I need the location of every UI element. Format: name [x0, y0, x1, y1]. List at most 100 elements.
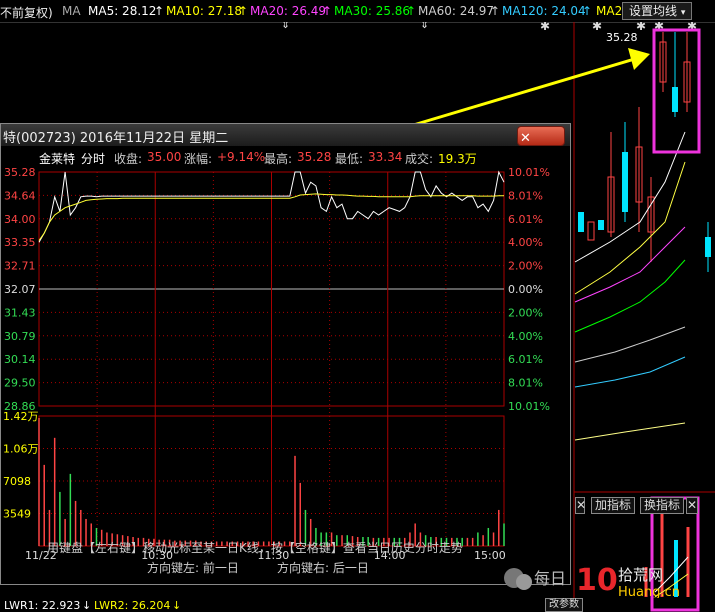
price-axis: 35.28 34.64 34.00 33.35 32.71 32.07 31.43 30.79…	[4, 166, 36, 413]
ma60-line	[574, 326, 686, 363]
price-tick-label: 34.64	[4, 189, 36, 202]
candle	[705, 237, 711, 257]
ma10-line	[574, 161, 686, 295]
lwr2-arrow-icon: ↓	[172, 600, 182, 612]
chevron-down-icon: ▾	[680, 8, 686, 18]
star-marker-icon: ✱	[636, 22, 646, 33]
low-value: 33.34	[368, 150, 403, 164]
volume-label: 成交:	[405, 152, 434, 166]
stock-name: 金莱特	[39, 152, 76, 166]
star-marker-icon: ✱	[540, 22, 550, 33]
candle	[598, 220, 604, 230]
popup-titlebar[interactable]: 特(002723) 2016年11月22日 星期二 ✕	[1, 124, 570, 146]
percent-tick-label: 4.00%	[508, 236, 543, 249]
percent-tick-label: 4.00%	[508, 330, 543, 343]
ma30-arrow-icon: ↑	[406, 4, 417, 18]
percent-tick-label: 2.00%	[508, 260, 543, 273]
ma10-arrow-icon: ↑	[238, 4, 249, 18]
close-button[interactable]: ✕	[517, 126, 565, 146]
price-tick-label: 29.50	[4, 377, 36, 390]
percent-tick-label: 6.01%	[508, 213, 543, 226]
candle	[578, 212, 584, 232]
price-tick-label: 33.35	[4, 236, 36, 249]
ma60-label: MA60: 24.97	[418, 4, 495, 18]
ma-legend-bar: 不前复权) MA MA5: 28.12 ↑ MA10: 27.18 ↑ MA20…	[0, 0, 715, 23]
change-label: 涨幅:	[184, 152, 213, 166]
ma30-label: MA30: 25.86	[334, 4, 411, 18]
percent-tick-label: 8.01%	[508, 189, 543, 202]
bottom-indicator-bar: LWR1: 22.923 ↓ LWR2: 26.204 ↓	[0, 600, 715, 612]
hint-prev-day: 方向键左: 前一日	[147, 561, 239, 575]
chart-grid	[38, 171, 505, 547]
volume-value: 19.3万	[438, 152, 477, 166]
close-icon: ✕	[520, 131, 531, 146]
ma-settings-button[interactable]: 设置均线 ▾	[622, 2, 693, 20]
percent-tick-label: 2.00%	[508, 306, 543, 319]
percent-axis: 10.01% 8.01% 6.01% 4.00% 2.00% 0.00% 2.00% 4.00…	[508, 166, 550, 413]
ma250-line	[574, 422, 686, 441]
close-label: 收盘:	[114, 152, 143, 166]
percent-tick-label: 10.01%	[508, 400, 550, 413]
price-tick-label: 34.00	[4, 213, 36, 226]
marker-icon: ⇕	[420, 22, 429, 31]
candle	[587, 221, 595, 241]
ma20-line	[574, 226, 686, 303]
change-value: +9.14%	[217, 150, 266, 164]
lwr2-label: LWR2: 26.204	[94, 600, 171, 612]
price-tick-label: 31.43	[4, 306, 36, 319]
watermark-site-url: Huang.cn	[618, 585, 680, 598]
volume-tick-label: 3549	[3, 508, 31, 521]
quote-info-row: 金莱特 分时 收盘: 35.00 涨幅: +9.14% 最高: 35.28 最低…	[1, 148, 570, 166]
ma-settings-label: 设置均线	[629, 4, 678, 18]
ma20-label: MA20: 26.49	[250, 4, 327, 18]
watermark-text: 每日	[534, 569, 566, 588]
high-value: 35.28	[297, 150, 332, 164]
price-tick-label: 30.14	[4, 353, 36, 366]
ma60-arrow-icon: ↑	[490, 4, 501, 18]
popup-title: 特(002723) 2016年11月22日 星期二	[3, 131, 229, 146]
change-indicator-button[interactable]: 换指标	[640, 497, 685, 514]
ma120-line	[574, 356, 686, 388]
keyboard-hint: 用键盘【左右键】移动光标至某一日K线，按【空格键】查看当日历史分时走势	[47, 541, 463, 555]
candle	[672, 87, 678, 112]
lwr1-label: LWR1: 22.923	[4, 600, 81, 612]
arrow-head-icon	[628, 48, 650, 70]
ma120-arrow-icon: ↑	[582, 4, 593, 18]
lwr1-arrow-icon: ↓	[82, 600, 92, 612]
volume-tick-label: 1.06万	[3, 443, 39, 456]
price-tick-label: 32.71	[4, 260, 36, 273]
pane-close-button[interactable]: ✕	[575, 497, 586, 514]
watermark-site-cn: 拾荒网	[618, 566, 663, 584]
volume-tick-label: 1.42万	[3, 410, 39, 423]
ma-selector[interactable]: MA	[62, 4, 81, 18]
intraday-popup: 特(002723) 2016年11月22日 星期二 ✕ 金莱特 分时 收盘: 3…	[0, 123, 571, 585]
high-label: 最高:	[264, 152, 293, 166]
star-marker-icon: ✱	[592, 22, 602, 33]
candle	[622, 152, 628, 212]
ma30-line	[574, 259, 686, 333]
intraday-chart[interactable]: 35.28 34.64 34.00 33.35 32.71 32.07 31.43 30.79…	[1, 166, 568, 584]
watermark-logo: 每日 10 拾荒网 Huang.cn	[500, 558, 710, 600]
percent-tick-label: 0.00%	[508, 283, 543, 296]
volume-axis: 1.42万 1.06万 7098 3549	[3, 410, 39, 521]
percent-tick-label: 6.01%	[508, 353, 543, 366]
price-tick-label: 32.07	[4, 283, 36, 296]
hint-next-day: 方向键右: 后一日	[277, 561, 369, 575]
volume-tick-label: 7098	[3, 475, 31, 488]
ma2-label: MA2	[596, 4, 623, 18]
ma10-label: MA10: 27.18	[166, 4, 243, 18]
ma120-label: MA120: 24.04	[502, 4, 586, 18]
close-value: 35.00	[147, 150, 182, 164]
ma5-label: MA5: 28.12	[88, 4, 157, 18]
marker-icon: ⇕	[281, 22, 290, 31]
percent-tick-label: 8.01%	[508, 377, 543, 390]
percent-tick-label: 10.01%	[508, 166, 550, 179]
chart-kind: 分时	[81, 152, 106, 166]
price-tick-label: 30.79	[4, 330, 36, 343]
adjust-mode-label[interactable]: 不前复权)	[0, 4, 53, 21]
add-indicator-button[interactable]: 加指标	[591, 497, 636, 514]
wechat-icon-bubble	[516, 574, 532, 590]
pane-close-button-right[interactable]: ✕	[686, 497, 698, 514]
low-label: 最低:	[335, 152, 364, 166]
price-tick-label: 35.28	[4, 166, 36, 179]
